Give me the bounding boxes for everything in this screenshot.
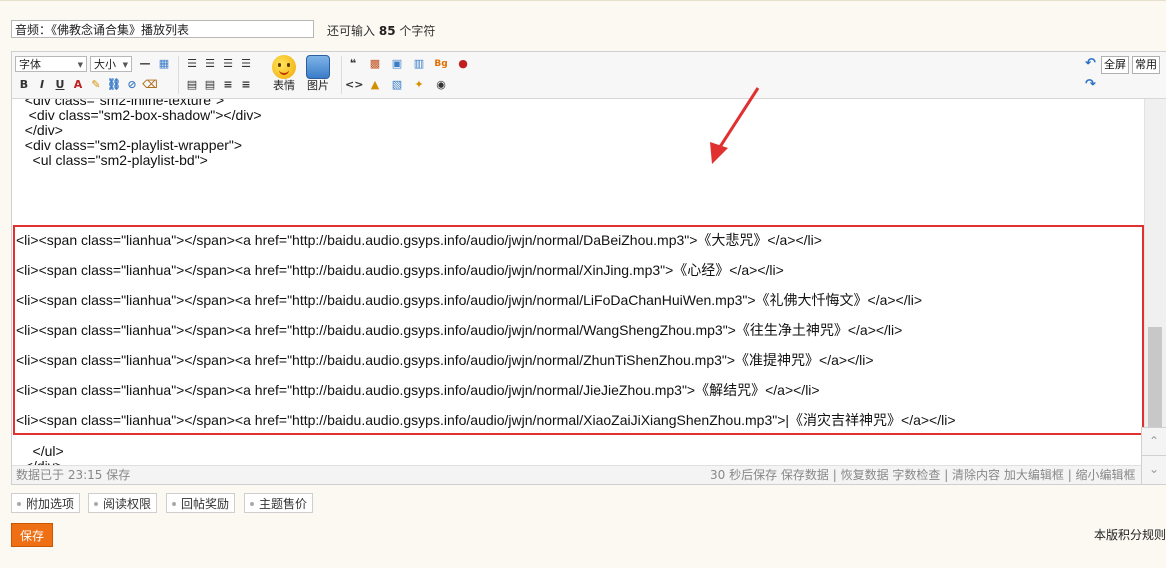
editor-actions[interactable]: 30 秒后保存 保存数据 | 恢复数据 字数检查 | 清除内容 加大编辑框 | … (710, 466, 1136, 484)
editor-statusbar: 数据已于 23:15 保存 30 秒后保存 保存数据 | 恢复数据 字数检查 |… (12, 465, 1145, 484)
redo-icon[interactable]: ↷ (1085, 77, 1096, 92)
align-left-icon[interactable]: ☰ (184, 56, 200, 72)
title-input[interactable]: 音频：《佛教念诵合集》播放列表 (11, 20, 314, 38)
align-justify-icon[interactable]: ☰ (238, 56, 254, 72)
unordered-list-icon[interactable]: ≡ (238, 77, 254, 93)
link-icon[interactable]: ⛓ (106, 77, 122, 93)
clear-format-icon[interactable]: ⌫ (142, 77, 158, 93)
code-icon[interactable]: <> (345, 77, 363, 93)
code-line: <li><span class="lianhua"></span><a href… (16, 352, 874, 368)
char-remaining-count: 85 (378, 24, 396, 38)
align-right-icon[interactable]: ☰ (220, 56, 236, 72)
emoji-label: 表情 (273, 79, 295, 92)
arrow-shaft (716, 87, 760, 151)
flash-icon[interactable]: ✦ (411, 77, 427, 93)
quote-icon[interactable]: ❝ (345, 56, 361, 72)
editor-scrollbar[interactable] (1144, 99, 1166, 466)
char-remaining-prefix: 还可输入 (327, 24, 376, 38)
code-line: <li><span class="lianhua"></span><a href… (16, 412, 956, 428)
char-remaining-suffix: 个字符 (399, 24, 436, 38)
char-remaining: 还可输入 85 个字符 (327, 22, 435, 39)
font-select[interactable]: 字体 ▼ (15, 56, 87, 72)
qq-icon[interactable]: ● (455, 56, 471, 72)
attachment-icon[interactable]: ▣ (389, 56, 405, 72)
italic-icon[interactable]: I (34, 77, 50, 93)
extra-options-button[interactable]: 附加选项 (11, 493, 81, 513)
undo-icon[interactable]: ↶ (1085, 56, 1096, 71)
bg-icon[interactable]: Bg (433, 56, 449, 72)
code-line: </ul> (17, 443, 64, 459)
code-line: <div class="sm2-box-shadow"></div> (17, 107, 262, 123)
highlight-icon[interactable]: ✎ (88, 77, 104, 93)
font-color-icon[interactable]: A (70, 77, 86, 93)
code-line: <li><span class="lianhua"></span><a href… (16, 262, 784, 278)
code-line: <ul class="sm2-playlist-bd"> (17, 152, 208, 168)
music-icon[interactable]: ◉ (433, 77, 449, 93)
unlink-icon[interactable]: ⊘ (124, 77, 140, 93)
ordered-list-icon[interactable]: ≡ (220, 77, 236, 93)
rules-link[interactable]: 本版积分规则 (1094, 526, 1166, 543)
float-right-icon[interactable]: ▤ (202, 77, 218, 93)
page-icon[interactable]: ▥ (411, 56, 427, 72)
chevron-down-icon: ▼ (122, 61, 128, 69)
code-line: <li><span class="lianhua"></span><a href… (16, 292, 923, 308)
red-arrow-annotation (710, 87, 760, 164)
smiley-icon (272, 55, 296, 79)
reply-reward-button[interactable]: 回帖奖励 (166, 493, 236, 513)
fullscreen-button[interactable]: 全屏 (1101, 56, 1129, 74)
topic-price-button[interactable]: 主题售价 (244, 493, 314, 513)
save-button[interactable]: 保存 (11, 523, 53, 547)
horizontal-rule-icon[interactable]: — (137, 56, 153, 72)
code-line: <div class="sm2-playlist-wrapper"> (17, 137, 243, 153)
code-editor-area[interactable]: <div class="sm2-inline-texture"> <div cl… (12, 99, 1145, 466)
image-label: 图片 (307, 79, 329, 92)
align-center-icon[interactable]: ☰ (202, 56, 218, 72)
code-line: </div> (17, 122, 63, 138)
size-select-label: 大小 (94, 58, 116, 71)
scrollbar-thumb[interactable] (1148, 327, 1162, 429)
float-scroll-buttons: ⌃ ⌄ (1141, 427, 1166, 485)
scroll-bottom-icon[interactable]: ⌄ (1142, 455, 1166, 483)
read-permission-button[interactable]: 阅读权限 (88, 493, 158, 513)
media-icon[interactable]: ▧ (389, 77, 405, 93)
toolbar-separator (341, 56, 342, 94)
float-left-icon[interactable]: ▤ (184, 77, 200, 93)
toolbar-separator (178, 56, 179, 94)
editor-toolbar: 字体 ▼ 大小 ▼ — ▦ B I U A ✎ ⛓ ⊘ ⌫ ☰ ☰ ☰ ☰ ▤ ▤ … (12, 52, 1166, 99)
top-border (0, 0, 1166, 1)
arrow-head (710, 142, 728, 164)
image-icon (306, 55, 330, 79)
bold-icon[interactable]: B (16, 77, 32, 93)
hide-content-icon[interactable]: ▩ (367, 56, 383, 72)
common-button[interactable]: 常用 (1132, 56, 1160, 74)
size-select[interactable]: 大小 ▼ (90, 56, 132, 72)
font-select-label: 字体 (19, 58, 41, 71)
chevron-down-icon: ▼ (77, 61, 83, 69)
image-button[interactable]: 图片 (302, 55, 334, 93)
underline-icon[interactable]: U (52, 77, 68, 93)
rich-text-editor: 字体 ▼ 大小 ▼ — ▦ B I U A ✎ ⛓ ⊘ ⌫ ☰ ☰ ☰ ☰ ▤ ▤ … (11, 51, 1166, 485)
code-line: <li><span class="lianhua"></span><a href… (16, 382, 820, 398)
code-line: <li><span class="lianhua"></span><a href… (16, 232, 822, 248)
scroll-top-icon[interactable]: ⌃ (1142, 428, 1166, 455)
code-line: <li><span class="lianhua"></span><a href… (16, 322, 903, 338)
autosave-status: 数据已于 23:15 保存 (16, 468, 131, 482)
table-icon[interactable]: ▦ (156, 56, 172, 72)
free-content-icon[interactable]: ▲ (367, 77, 383, 93)
emoji-button[interactable]: 表情 (268, 55, 300, 93)
